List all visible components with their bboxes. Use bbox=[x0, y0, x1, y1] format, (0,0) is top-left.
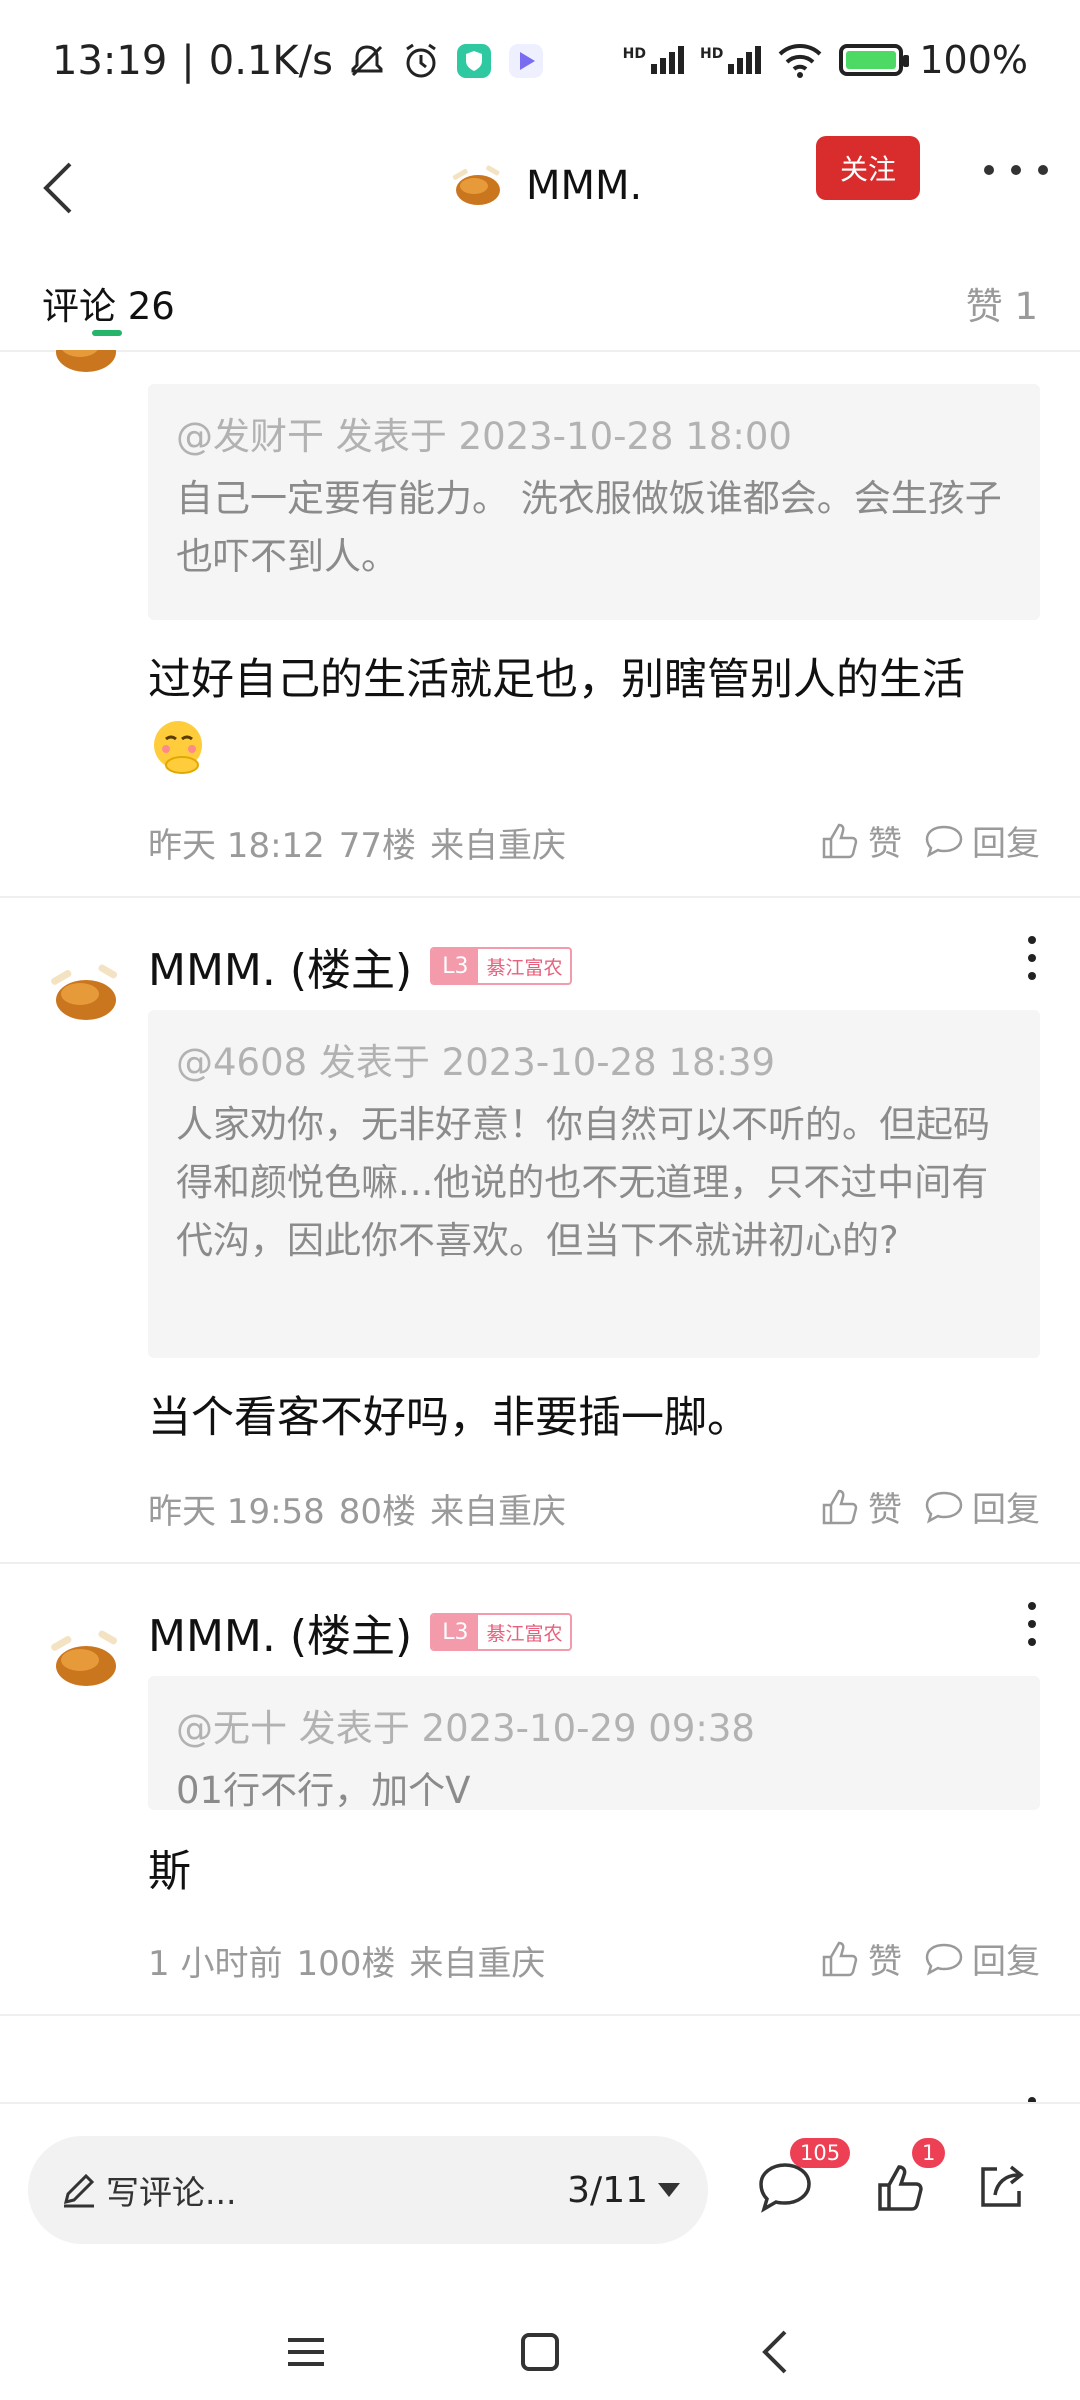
signal-icon-2: HD bbox=[700, 46, 762, 74]
more-options-button[interactable] bbox=[984, 152, 1048, 188]
comment-author[interactable]: MMM. (楼主) bbox=[148, 934, 412, 998]
back-arrow-icon bbox=[43, 162, 72, 214]
tab-likes[interactable]: 赞 1 bbox=[966, 276, 1038, 330]
avatar[interactable] bbox=[42, 952, 126, 1036]
emoji-icon bbox=[154, 720, 202, 774]
comment-menu-button[interactable] bbox=[1024, 936, 1040, 980]
app-shield-icon bbox=[456, 44, 491, 78]
home-nav-button[interactable] bbox=[510, 2322, 570, 2382]
reply-bubble-icon bbox=[925, 1943, 963, 1976]
alarm-icon bbox=[406, 43, 436, 78]
author-title[interactable]: MMM. bbox=[446, 146, 642, 226]
thumbs-up-icon bbox=[878, 2165, 923, 2211]
like-button[interactable]: 赞 bbox=[820, 816, 902, 865]
share-icon bbox=[981, 2165, 1024, 2207]
tab-bar: 评论 26 赞 1 bbox=[0, 250, 1080, 352]
status-time: 13:19 bbox=[52, 38, 168, 84]
divider bbox=[0, 1562, 1080, 1564]
divider bbox=[0, 2014, 1080, 2016]
home-square-icon bbox=[521, 2333, 559, 2371]
comment-menu-button[interactable] bbox=[1024, 1602, 1040, 1646]
mute-icon bbox=[351, 45, 383, 77]
divider bbox=[0, 896, 1080, 898]
page-title: MMM. bbox=[526, 163, 643, 209]
comment-list[interactable]: @发财干 发表于 2023-10-28 18:00 自己一定要有能力。 洗衣服做… bbox=[0, 350, 1080, 2102]
bottom-action-bar: 写评论... 3/11 105 1 bbox=[0, 2102, 1080, 2300]
like-button[interactable]: 赞 bbox=[820, 1482, 902, 1531]
back-button[interactable] bbox=[22, 138, 94, 238]
app-play-icon bbox=[508, 44, 543, 78]
next-comment-menu-peek bbox=[1028, 2097, 1036, 2102]
comment-meta: 昨天 19:58 80楼 来自重庆 bbox=[148, 1492, 567, 1532]
avatar[interactable] bbox=[42, 350, 126, 388]
menu-nav-button[interactable] bbox=[276, 2322, 336, 2382]
comment-text: 当个看客不好吗，非要插一脚。 bbox=[148, 1393, 750, 1443]
comment-meta: 1 小时前 100楼 来自重庆 bbox=[148, 1944, 546, 1984]
reply-button[interactable]: 回复 bbox=[924, 1482, 1040, 1531]
reply-bubble-icon bbox=[925, 825, 963, 858]
comment-text: 过好自己的生活就足也，别瞎管别人的生活 bbox=[148, 648, 1040, 779]
reply-bubble-icon bbox=[925, 1491, 963, 1524]
follow-button[interactable]: 关注 bbox=[816, 136, 920, 200]
reply-button[interactable]: 回复 bbox=[924, 816, 1040, 865]
tab-comments[interactable]: 评论 26 bbox=[42, 276, 175, 330]
comment-author[interactable]: MMM. (楼主) bbox=[148, 1600, 412, 1664]
battery-icon bbox=[839, 44, 910, 76]
comment-meta: 昨天 18:12 77楼 来自重庆 bbox=[148, 826, 567, 866]
thumbs-up-icon bbox=[822, 1489, 858, 1524]
quoted-comment[interactable]: @发财干 发表于 2023-10-28 18:00 自己一定要有能力。 洗衣服做… bbox=[148, 384, 1040, 620]
share-button[interactable] bbox=[966, 2152, 1036, 2222]
comment-bubble-icon bbox=[759, 2163, 811, 2213]
avatar bbox=[452, 165, 500, 205]
quoted-comment[interactable]: @无十 发表于 2023-10-29 09:38 01行不行，加个V bbox=[148, 1676, 1040, 1812]
status-bar: 13:19 | 0.1K/s HD HD 100% bbox=[52, 38, 1028, 84]
wifi-icon bbox=[778, 44, 822, 78]
pencil-icon bbox=[63, 2173, 95, 2208]
signal-icon: HD bbox=[623, 46, 685, 74]
dropdown-triangle-icon bbox=[658, 2183, 680, 2197]
tab-active-indicator bbox=[92, 330, 122, 336]
battery-percent: 100% bbox=[919, 38, 1028, 82]
comment-count-badge: 105 bbox=[790, 2138, 851, 2168]
like-count-badge: 1 bbox=[912, 2138, 946, 2168]
back-nav-button[interactable] bbox=[744, 2322, 804, 2382]
like-post-button[interactable]: 1 bbox=[866, 2138, 946, 2222]
level-badge: L3 綦江富农 bbox=[430, 1613, 573, 1651]
quoted-comment[interactable]: @4608 发表于 2023-10-28 18:39 人家劝你，无非好意！你自然… bbox=[148, 1010, 1040, 1358]
thumbs-up-icon bbox=[822, 1941, 858, 1976]
network-speed: 0.1K/s bbox=[208, 38, 333, 84]
comment-input[interactable]: 写评论... 3/11 bbox=[28, 2136, 708, 2244]
avatar[interactable] bbox=[42, 1618, 126, 1702]
system-nav-bar bbox=[0, 2298, 1080, 2400]
top-nav: MMM. 关注 bbox=[0, 130, 1080, 250]
level-badge: L3 綦江富农 bbox=[430, 947, 573, 985]
reply-button[interactable]: 回复 bbox=[924, 1934, 1040, 1983]
back-nav-icon bbox=[762, 2330, 787, 2374]
comment-text: 斯 bbox=[148, 1847, 191, 1897]
comments-button[interactable]: 105 bbox=[750, 2138, 851, 2222]
like-button[interactable]: 赞 bbox=[820, 1934, 902, 1983]
page-selector[interactable]: 3/11 bbox=[567, 2170, 680, 2211]
menu-icon bbox=[288, 2338, 324, 2366]
thumbs-up-icon bbox=[822, 823, 858, 858]
